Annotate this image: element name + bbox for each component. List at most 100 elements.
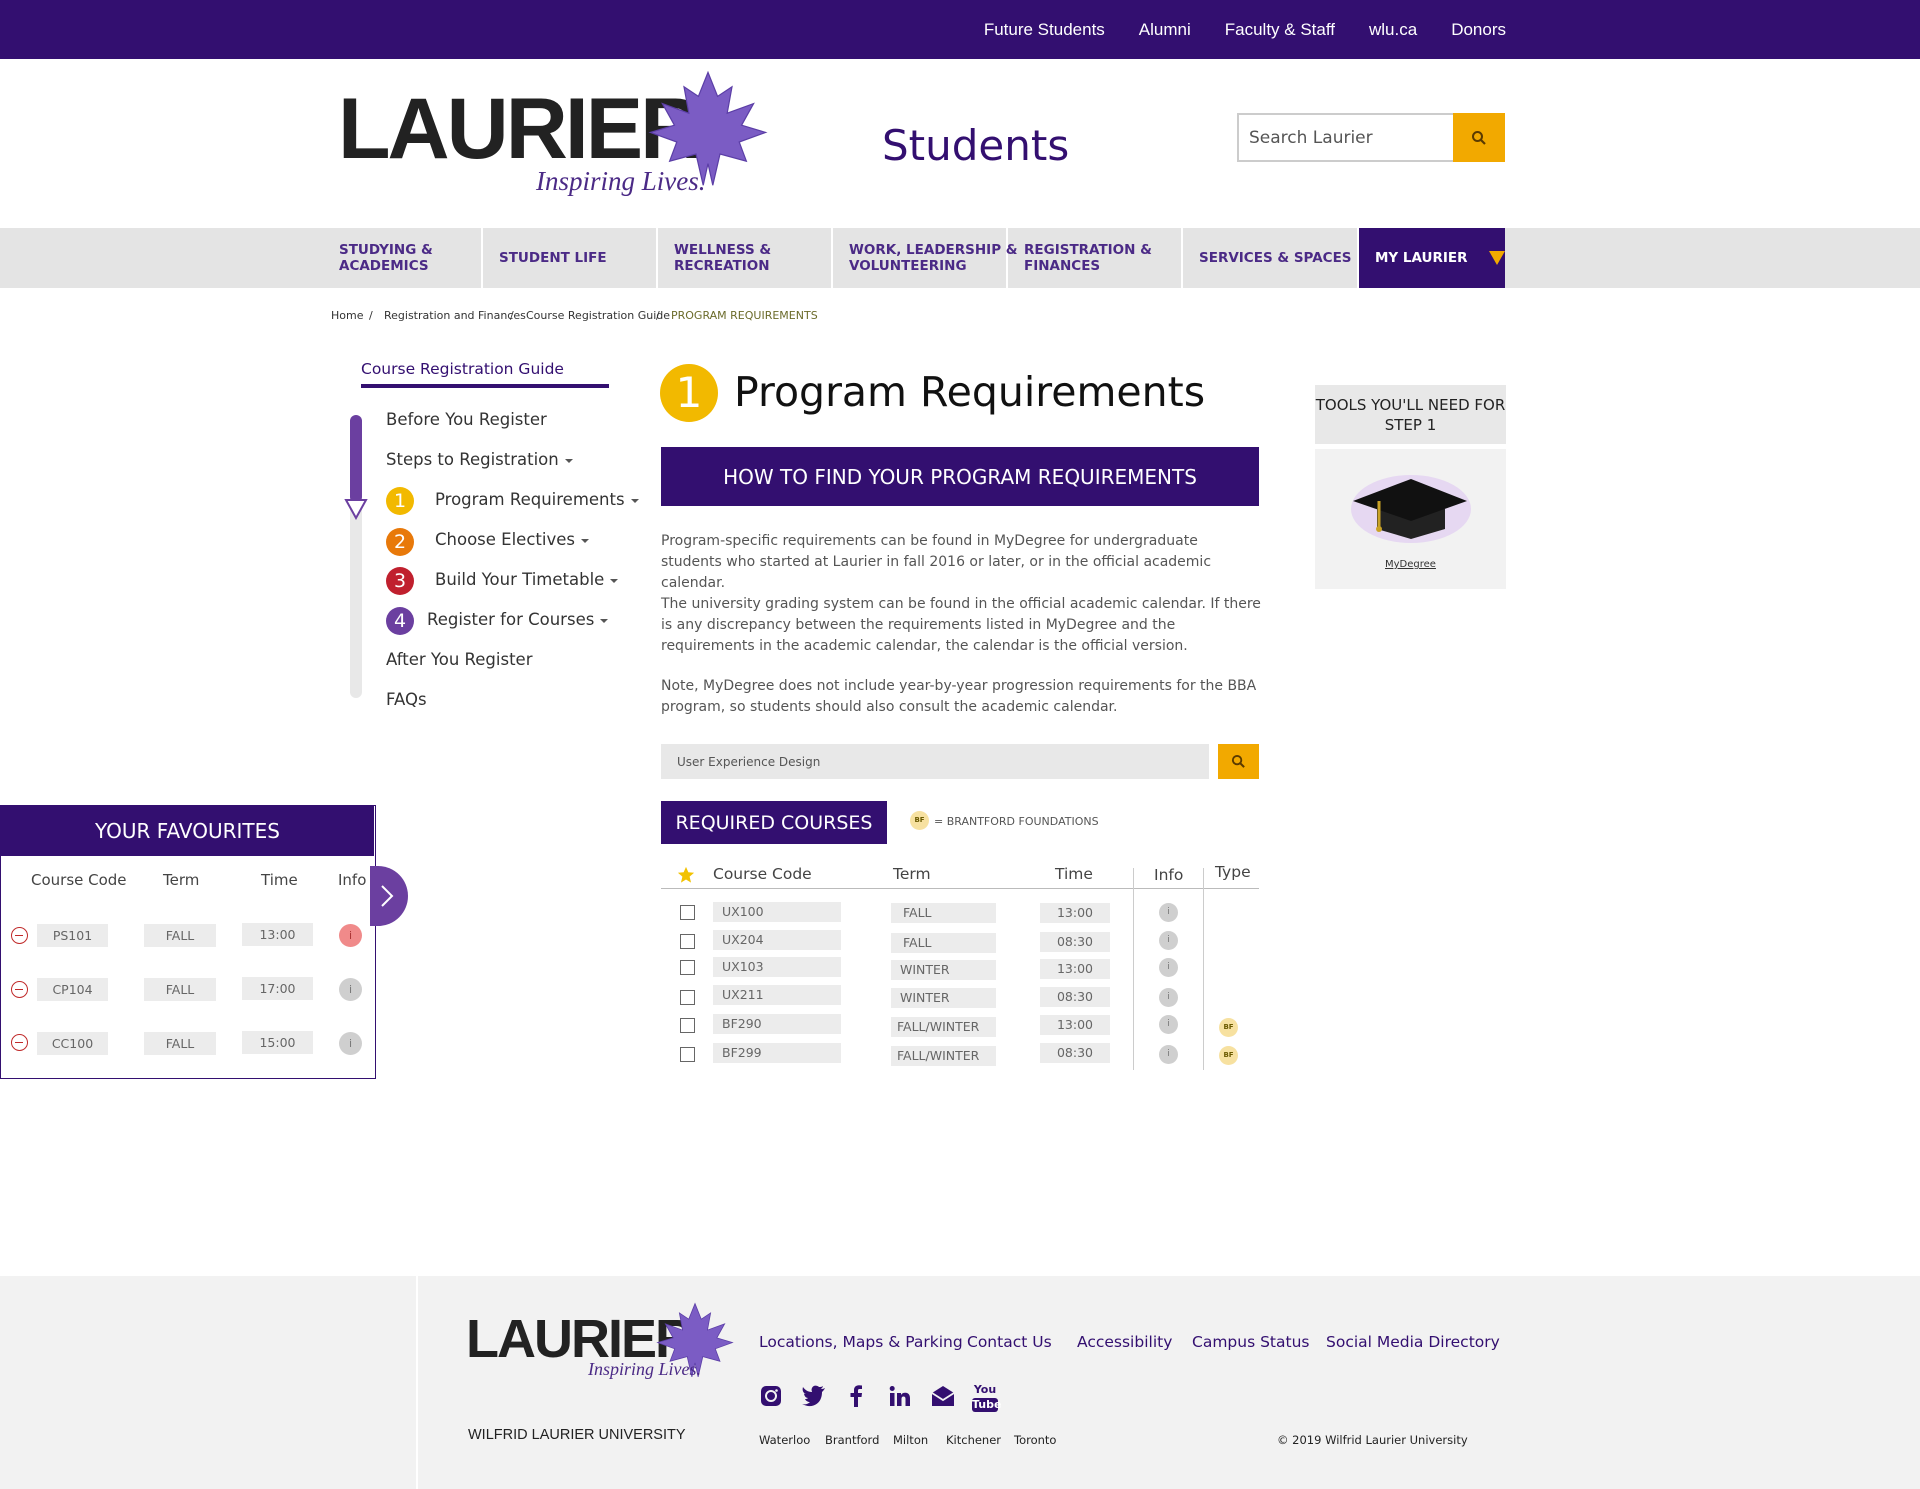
step-number-badge: 1 xyxy=(660,364,718,422)
top-link-faculty-staff[interactable]: Faculty & Staff xyxy=(1225,20,1335,40)
program-search-button[interactable] xyxy=(1218,744,1259,779)
program-search-value: User Experience Design xyxy=(677,755,821,769)
sidenav-step1-label: Program Requirements xyxy=(435,490,625,509)
fav-th-term: Term xyxy=(163,871,200,889)
course-checkbox[interactable] xyxy=(680,960,695,975)
search-input[interactable]: Search Laurier xyxy=(1249,128,1373,148)
sidenav-choose-electives[interactable]: Choose Electives xyxy=(435,530,589,549)
footer-link-social-media[interactable]: Social Media Directory xyxy=(1326,1333,1500,1351)
top-link-wlu[interactable]: wlu.ca xyxy=(1369,20,1417,40)
info-icon[interactable]: i xyxy=(339,924,362,947)
breadcrumb-home[interactable]: Home xyxy=(331,309,363,322)
copyright: © 2019 Wilfrid Laurier University xyxy=(1277,1433,1468,1447)
fav-th-info: Info xyxy=(338,871,367,889)
sidenav-register-courses[interactable]: Register for Courses xyxy=(427,610,609,629)
top-link-donors[interactable]: Donors xyxy=(1451,20,1506,40)
nav-registration-finances[interactable]: REGISTRATION & FINANCES xyxy=(1008,228,1183,288)
city-milton[interactable]: Milton xyxy=(893,1433,928,1447)
info-icon[interactable]: i xyxy=(339,978,362,1001)
nav-my-laurier-label: MY LAURIER xyxy=(1375,250,1468,266)
graduation-cap-icon xyxy=(1351,475,1471,543)
site-title: Students xyxy=(882,121,1070,170)
sidenav-build-timetable[interactable]: Build Your Timetable xyxy=(435,570,619,589)
remove-icon[interactable] xyxy=(11,981,28,998)
column-divider xyxy=(1133,868,1134,1070)
course-term: WINTER xyxy=(891,988,996,1008)
sidenav-title[interactable]: Course Registration Guide xyxy=(361,360,564,378)
twitter-icon[interactable] xyxy=(802,1385,826,1407)
site-search[interactable]: Search Laurier xyxy=(1237,113,1505,162)
top-link-alumni[interactable]: Alumni xyxy=(1139,20,1191,40)
fav-time: 13:00 xyxy=(242,923,313,946)
course-code: UX103 xyxy=(713,957,841,977)
chevron-down-icon[interactable] xyxy=(1489,251,1505,265)
city-kitchener[interactable]: Kitchener xyxy=(946,1433,1001,1447)
course-checkbox[interactable] xyxy=(680,934,695,949)
course-time: 08:30 xyxy=(1040,932,1110,952)
remove-icon[interactable] xyxy=(11,927,28,944)
info-icon[interactable]: i xyxy=(1159,931,1178,950)
remove-icon[interactable] xyxy=(11,1034,28,1051)
linkedin-icon[interactable] xyxy=(889,1385,911,1407)
bf-type-badge: BF xyxy=(1219,1018,1238,1037)
city-brantford[interactable]: Brantford xyxy=(825,1433,879,1447)
info-icon[interactable]: i xyxy=(1159,958,1178,977)
star-icon[interactable] xyxy=(677,866,695,884)
course-time: 08:30 xyxy=(1040,1043,1110,1063)
course-checkbox[interactable] xyxy=(680,990,695,1005)
th-term: Term xyxy=(893,865,931,883)
breadcrumb-guide[interactable]: Course Registration Guide xyxy=(526,309,670,322)
course-checkbox[interactable] xyxy=(680,1018,695,1033)
laurier-logo[interactable]: LAURIER Inspiring Lives. xyxy=(338,70,778,200)
nav-services-spaces[interactable]: SERVICES & SPACES xyxy=(1183,228,1359,288)
course-checkbox[interactable] xyxy=(680,1047,695,1062)
bf-legend-text: = BRANTFORD FOUNDATIONS xyxy=(934,815,1099,828)
info-icon[interactable]: i xyxy=(339,1032,362,1055)
search-button[interactable] xyxy=(1453,113,1505,162)
caret-down-icon xyxy=(610,578,619,583)
mydegree-link[interactable]: MyDegree xyxy=(1315,559,1506,570)
nav-studying-academics[interactable]: STUDYING & ACADEMICS xyxy=(321,228,483,288)
top-link-future-students[interactable]: Future Students xyxy=(984,20,1105,40)
fav-th-time: Time xyxy=(261,871,298,889)
nav-my-laurier[interactable]: MY LAURIER xyxy=(1359,228,1505,288)
sidenav-faqs[interactable]: FAQs xyxy=(386,690,427,709)
sidenav-after-you-register[interactable]: After You Register xyxy=(386,650,533,669)
nav-wellness-recreation[interactable]: WELLNESS & RECREATION xyxy=(658,228,833,288)
email-icon[interactable] xyxy=(931,1385,955,1407)
tools-card[interactable]: MyDegree xyxy=(1315,449,1506,589)
youtube-text-you: You xyxy=(973,1383,997,1396)
footer-link-locations[interactable]: Locations, Maps & Parking xyxy=(759,1333,963,1351)
city-waterloo[interactable]: Waterloo xyxy=(759,1433,810,1447)
sidenav-before-you-register[interactable]: Before You Register xyxy=(386,410,547,429)
info-icon[interactable]: i xyxy=(1159,903,1178,922)
instagram-icon[interactable] xyxy=(760,1385,782,1407)
sidenav-steps-to-registration[interactable]: Steps to Registration xyxy=(386,450,573,469)
footer-link-campus-status[interactable]: Campus Status xyxy=(1192,1333,1309,1351)
info-icon[interactable]: i xyxy=(1159,1015,1178,1034)
favourites-panel: YOUR FAVOURITES Course Code Term Time In… xyxy=(0,805,376,1079)
sidenav-program-requirements[interactable]: Program Requirements xyxy=(435,490,639,509)
breadcrumb-separator: / xyxy=(510,309,514,322)
footer-link-contact[interactable]: Contact Us xyxy=(967,1333,1052,1351)
fav-course-code: PS101 xyxy=(37,924,108,947)
breadcrumb-registration[interactable]: Registration and Finances xyxy=(384,309,526,322)
city-toronto[interactable]: Toronto xyxy=(1014,1433,1056,1447)
facebook-icon[interactable] xyxy=(849,1385,863,1407)
course-checkbox[interactable] xyxy=(680,905,695,920)
info-icon[interactable]: i xyxy=(1159,1045,1178,1064)
step-4-badge: 4 xyxy=(386,607,414,635)
program-search-input[interactable]: User Experience Design xyxy=(661,744,1209,779)
step-2-badge: 2 xyxy=(386,528,414,556)
university-name: WILFRID LAURIER UNIVERSITY xyxy=(468,1427,686,1443)
tools-heading: TOOLS YOU'LL NEED FOR STEP 1 xyxy=(1315,385,1506,444)
nav-work-leadership[interactable]: WORK, LEADERSHIP & VOLUNTEERING xyxy=(833,228,1018,288)
nav-student-life[interactable]: STUDENT LIFE xyxy=(483,228,658,288)
favourites-toggle-tab[interactable] xyxy=(370,866,408,926)
how-to-banner: HOW TO FIND YOUR PROGRAM REQUIREMENTS xyxy=(661,447,1259,506)
fav-term: FALL xyxy=(144,924,216,947)
youtube-icon[interactable]: You Tube xyxy=(972,1383,1001,1412)
footer-divider xyxy=(416,1276,418,1489)
footer-link-accessibility[interactable]: Accessibility xyxy=(1077,1333,1172,1351)
info-icon[interactable]: i xyxy=(1159,988,1178,1007)
